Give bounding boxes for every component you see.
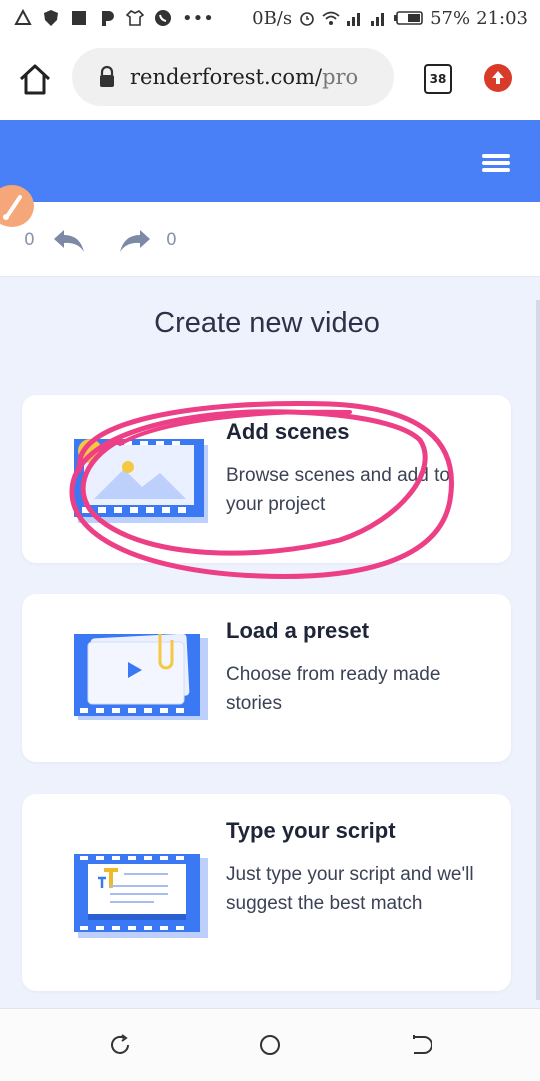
url-path: pro bbox=[322, 65, 359, 89]
undo-count: 0 bbox=[24, 230, 35, 250]
home-icon[interactable] bbox=[16, 60, 54, 98]
data-rate: 0B/s bbox=[252, 7, 293, 29]
system-nav-bar bbox=[0, 1008, 540, 1081]
triangle-icon bbox=[14, 9, 32, 25]
scene-film-icon bbox=[74, 439, 208, 523]
card-title: Load a preset bbox=[226, 618, 370, 643]
add-scenes-card[interactable]: Add scenes Browse scenes and add to your… bbox=[22, 395, 511, 563]
battery-icon bbox=[394, 11, 423, 25]
p-app-icon bbox=[102, 11, 114, 26]
scrollbar[interactable] bbox=[536, 300, 540, 1000]
undo-icon[interactable] bbox=[52, 228, 86, 254]
type-script-card[interactable]: Type your script Just type your script a… bbox=[22, 794, 511, 991]
battery-level: 57% bbox=[430, 7, 471, 29]
card-description: Just type your script and we'll suggest … bbox=[226, 864, 474, 914]
alarm-icon bbox=[300, 12, 314, 26]
card-title: Add scenes bbox=[226, 419, 350, 444]
main-content: Create new video Add scenes Browse scene… bbox=[0, 277, 540, 1008]
shield-icon bbox=[44, 10, 58, 26]
card-description: Choose from ready made stories bbox=[226, 664, 441, 714]
app-header bbox=[0, 120, 540, 202]
page-title: Create new video bbox=[154, 307, 380, 339]
brush-icon[interactable] bbox=[0, 185, 34, 227]
stop-icon bbox=[72, 11, 86, 25]
whatsapp-icon bbox=[155, 10, 171, 26]
url-text[interactable]: renderforest.com/pro bbox=[130, 65, 358, 89]
back-icon[interactable] bbox=[408, 1033, 432, 1057]
home-nav-icon[interactable] bbox=[258, 1033, 282, 1057]
clock: 21:03 bbox=[476, 7, 528, 29]
redo-count: 0 bbox=[166, 230, 177, 250]
signal-icon bbox=[347, 13, 361, 26]
wifi-icon bbox=[322, 11, 340, 25]
load-preset-card[interactable]: Load a preset Choose from ready made sto… bbox=[22, 594, 511, 762]
lock-icon bbox=[100, 65, 114, 87]
tabs-button[interactable]: 38 bbox=[424, 64, 452, 94]
shirt-icon bbox=[126, 10, 144, 26]
address-bar[interactable]: renderforest.com/pro bbox=[72, 48, 394, 106]
card-title: Type your script bbox=[226, 818, 396, 843]
signal-2-icon bbox=[371, 13, 385, 26]
hamburger-menu-icon[interactable] bbox=[482, 154, 510, 172]
script-text-icon bbox=[74, 854, 208, 938]
more-icon: ••• bbox=[182, 7, 214, 29]
status-bar: ••• 0B/s 57% 21:03 bbox=[0, 0, 540, 36]
update-icon[interactable] bbox=[484, 64, 512, 92]
browser-toolbar: renderforest.com/pro 38 bbox=[0, 36, 540, 120]
url-domain: renderforest.com/ bbox=[130, 65, 323, 89]
recent-apps-icon[interactable] bbox=[108, 1033, 132, 1057]
redo-icon[interactable] bbox=[118, 228, 152, 254]
preset-play-icon bbox=[74, 633, 208, 720]
editor-toolbar: 0 0 bbox=[0, 202, 540, 277]
card-description: Browse scenes and add to your project bbox=[226, 465, 450, 515]
